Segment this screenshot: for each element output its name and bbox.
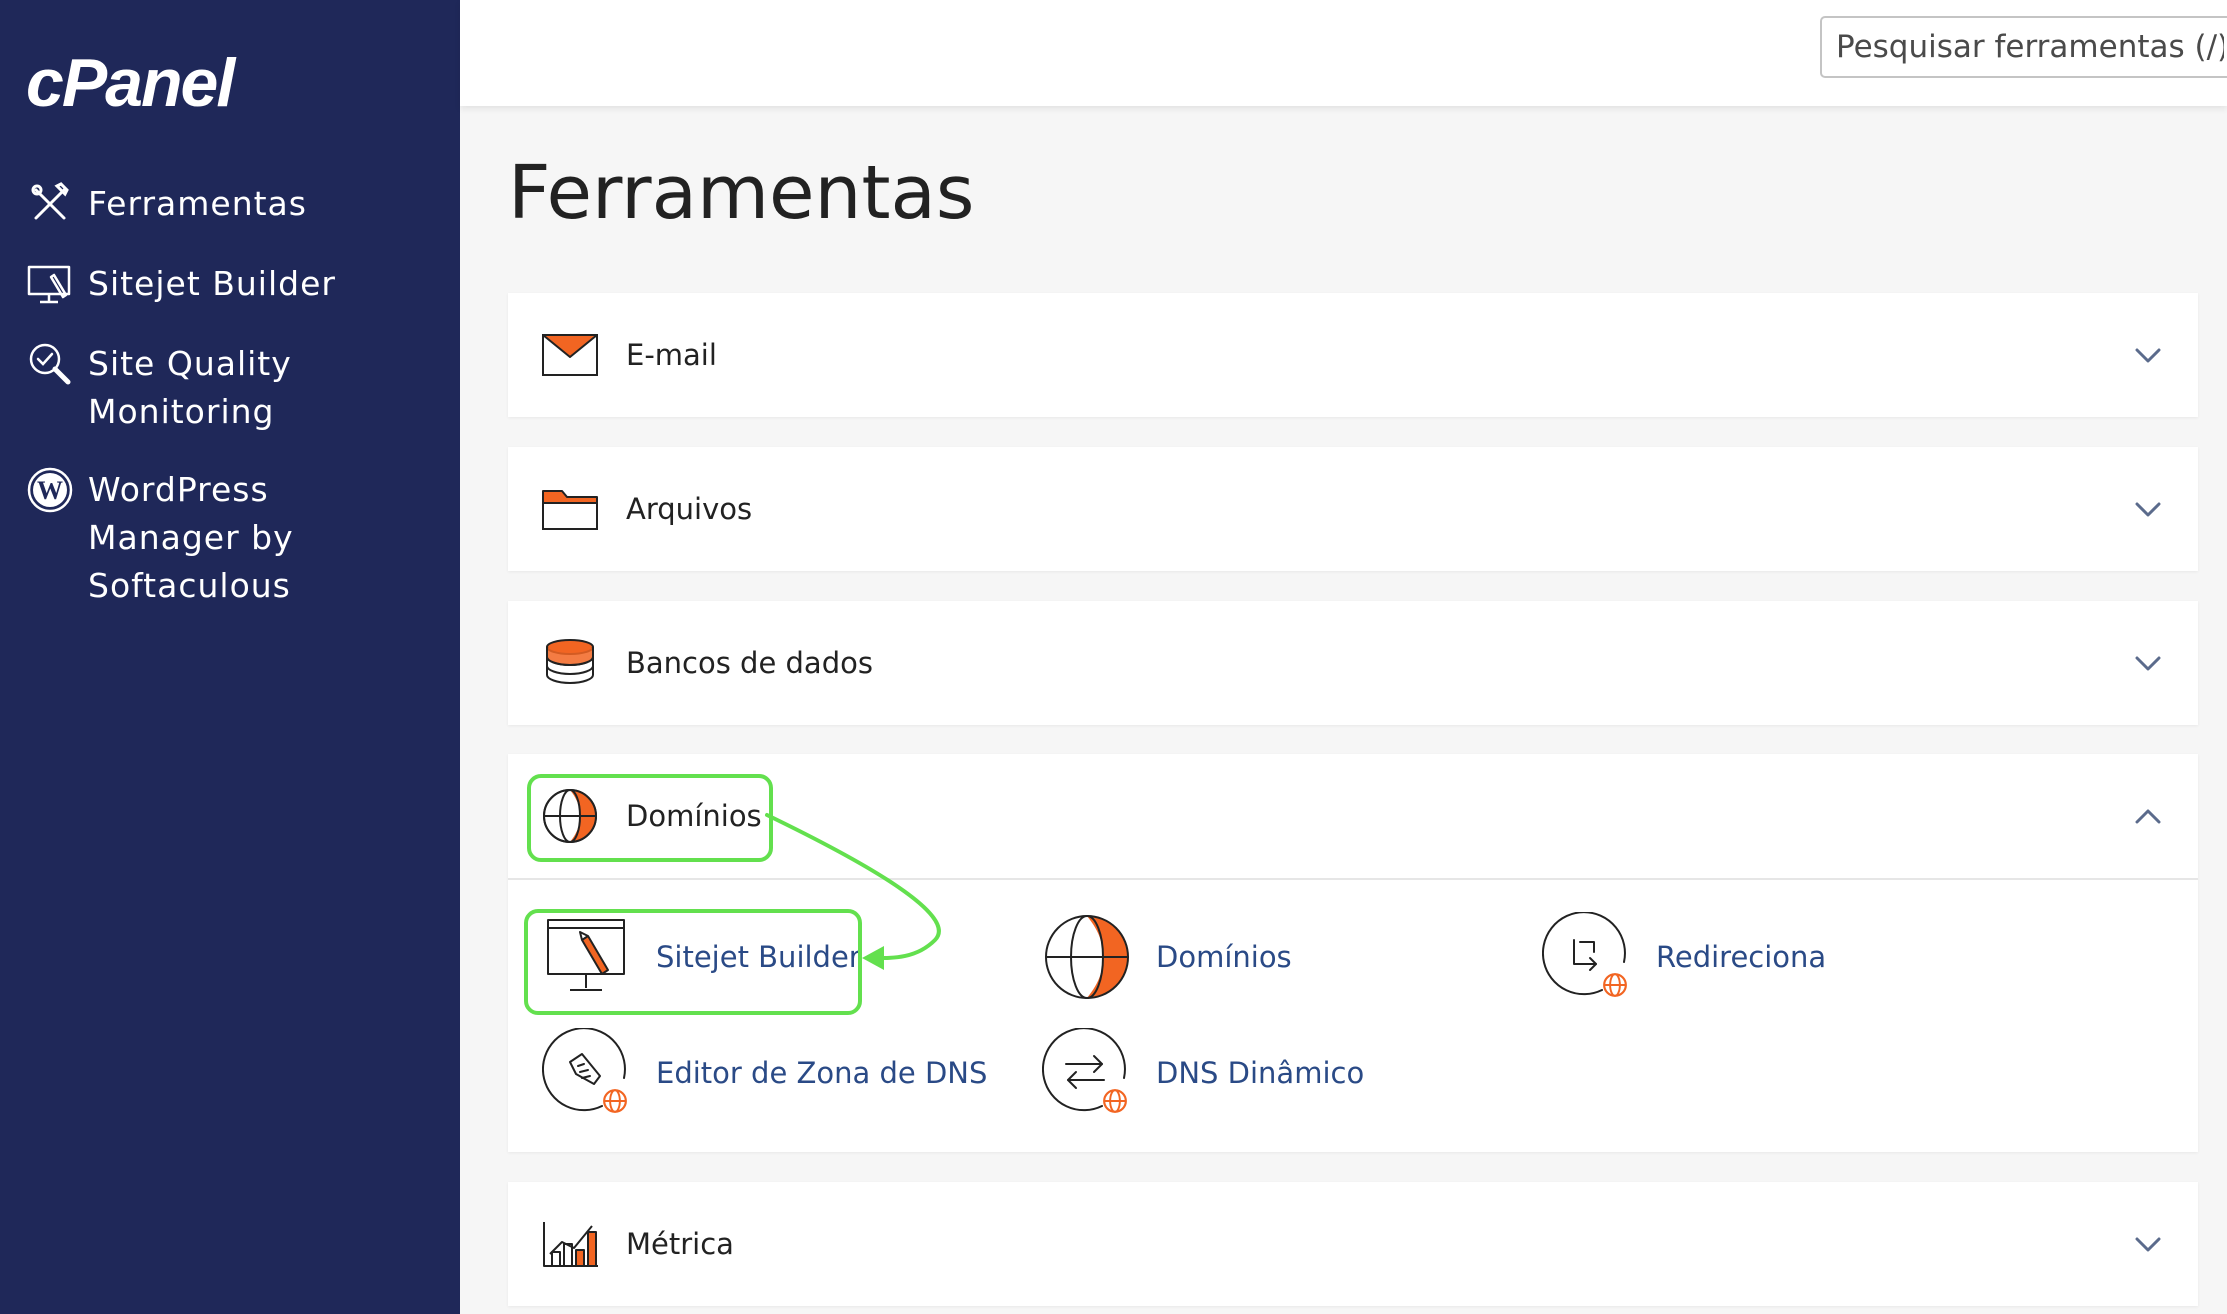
tool-redireciona[interactable]: Redireciona xyxy=(1542,912,1826,1002)
bar-chart-icon xyxy=(543,1222,598,1267)
monitor-brush-icon xyxy=(547,919,625,991)
tool-editor-de-zona-de-dns[interactable]: Editor de Zona de DNS xyxy=(542,1028,987,1118)
section-email: E-mail xyxy=(508,293,2198,417)
envelope-icon xyxy=(542,334,598,376)
page-title: Ferramentas xyxy=(508,150,975,236)
section-dominios: Domínios Sitejet Builder Domínios Redire… xyxy=(508,754,2198,1152)
tools-icon xyxy=(31,182,69,220)
redirect-icon xyxy=(1542,912,1627,997)
section-title: Métrica xyxy=(626,1227,734,1261)
tool-sitejet-builder[interactable]: Sitejet Builder xyxy=(542,912,861,1002)
sidebar-item-label: Ferramentas xyxy=(88,184,307,223)
section-header-email[interactable]: E-mail xyxy=(508,293,2198,417)
tool-label: Sitejet Builder xyxy=(656,940,861,974)
tool-dns-dinamico[interactable]: DNS Dinâmico xyxy=(1042,1028,1364,1118)
dynamic-dns-icon xyxy=(1042,1028,1127,1113)
tool-dominios[interactable]: Domínios xyxy=(1042,912,1292,1002)
tool-label: Editor de Zona de DNS xyxy=(656,1056,988,1090)
globe-icon xyxy=(1045,915,1129,999)
section-title: E-mail xyxy=(626,338,717,372)
section-title: Bancos de dados xyxy=(626,646,873,680)
chevron-up-icon[interactable] xyxy=(2130,798,2166,834)
sidebar-item-label: WordPress Manager by Softaculous xyxy=(88,470,294,605)
sidebar-item-label: Sitejet Builder xyxy=(88,264,336,303)
sidebar: cPanel Ferramentas Sitejet Builder Site … xyxy=(0,0,460,1314)
search-input[interactable] xyxy=(1820,16,2227,78)
section-arquivos: Arquivos xyxy=(508,447,2198,571)
svg-text:W: W xyxy=(37,476,63,505)
monitor-brush-icon xyxy=(27,265,71,304)
sidebar-item-sitejet-builder[interactable]: Sitejet Builder xyxy=(26,260,336,308)
section-header-dominios[interactable]: Domínios xyxy=(508,754,2198,880)
section-title: Arquivos xyxy=(626,492,753,526)
sidebar-item-label: Site Quality Monitoring xyxy=(88,344,292,431)
cpanel-logo[interactable]: cPanel xyxy=(26,44,235,122)
magnifier-check-icon xyxy=(29,343,71,385)
tool-label: Redireciona xyxy=(1656,940,1827,974)
chevron-down-icon[interactable] xyxy=(2130,1226,2166,1262)
section-header-bancos-de-dados[interactable]: Bancos de dados xyxy=(508,601,2198,725)
section-header-arquivos[interactable]: Arquivos xyxy=(508,447,2198,571)
section-bancos-de-dados: Bancos de dados xyxy=(508,601,2198,725)
sidebar-item-ferramentas[interactable]: Ferramentas xyxy=(26,180,307,228)
globe-icon xyxy=(543,789,597,843)
folder-icon xyxy=(542,490,598,530)
chevron-down-icon[interactable] xyxy=(2130,491,2166,527)
wordpress-icon: W xyxy=(27,467,73,513)
chevron-down-icon[interactable] xyxy=(2130,337,2166,373)
sidebar-item-wordpress-manager[interactable]: W WordPress Manager by Softaculous xyxy=(26,466,418,610)
section-title: Domínios xyxy=(626,799,762,833)
dns-zone-editor-icon xyxy=(542,1028,627,1113)
database-icon xyxy=(546,639,594,685)
section-metrica: Métrica xyxy=(508,1182,2198,1306)
sidebar-item-site-quality-monitoring[interactable]: Site Quality Monitoring xyxy=(26,340,328,436)
tool-label: Domínios xyxy=(1156,940,1292,974)
chevron-down-icon[interactable] xyxy=(2130,645,2166,681)
tool-label: DNS Dinâmico xyxy=(1156,1056,1365,1090)
section-header-metrica[interactable]: Métrica xyxy=(508,1182,2198,1306)
